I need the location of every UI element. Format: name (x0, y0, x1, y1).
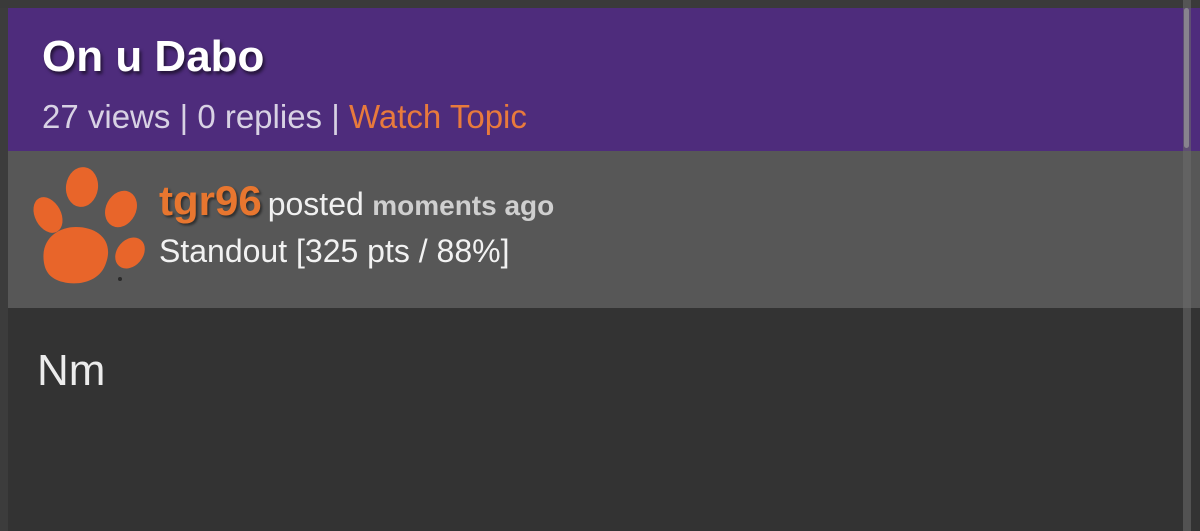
views-count: 27 views (42, 98, 171, 135)
scrollbar-thumb[interactable] (1184, 8, 1189, 148)
replies-count: 0 replies (197, 98, 323, 135)
author-username-link[interactable]: tgr96 (159, 177, 262, 224)
forum-topic-view: On u Dabo 27 views | 0 replies | Watch T… (0, 0, 1200, 531)
post-body-text: Nm (37, 346, 106, 395)
post-header: tgr96 posted moments ago Standout [325 pt… (8, 151, 1200, 308)
watch-topic-link[interactable]: Watch Topic (349, 98, 527, 135)
meta-separator: | (179, 98, 189, 135)
post-author-line: tgr96 posted moments ago (159, 177, 554, 225)
top-divider (0, 0, 1200, 8)
topic-header: On u Dabo 27 views | 0 replies | Watch T… (8, 8, 1200, 151)
post-body: Nm (8, 308, 1200, 531)
topic-title: On u Dabo (42, 32, 265, 81)
left-divider (0, 8, 8, 531)
paw-icon[interactable] (24, 165, 152, 289)
post-timestamp: moments ago (372, 190, 555, 221)
author-rank: Standout [325 pts / 88%] (159, 233, 510, 269)
meta-separator: | (331, 98, 340, 135)
posted-label: posted (267, 186, 364, 222)
topic-meta: 27 views | 0 replies | Watch Topic (42, 98, 527, 136)
